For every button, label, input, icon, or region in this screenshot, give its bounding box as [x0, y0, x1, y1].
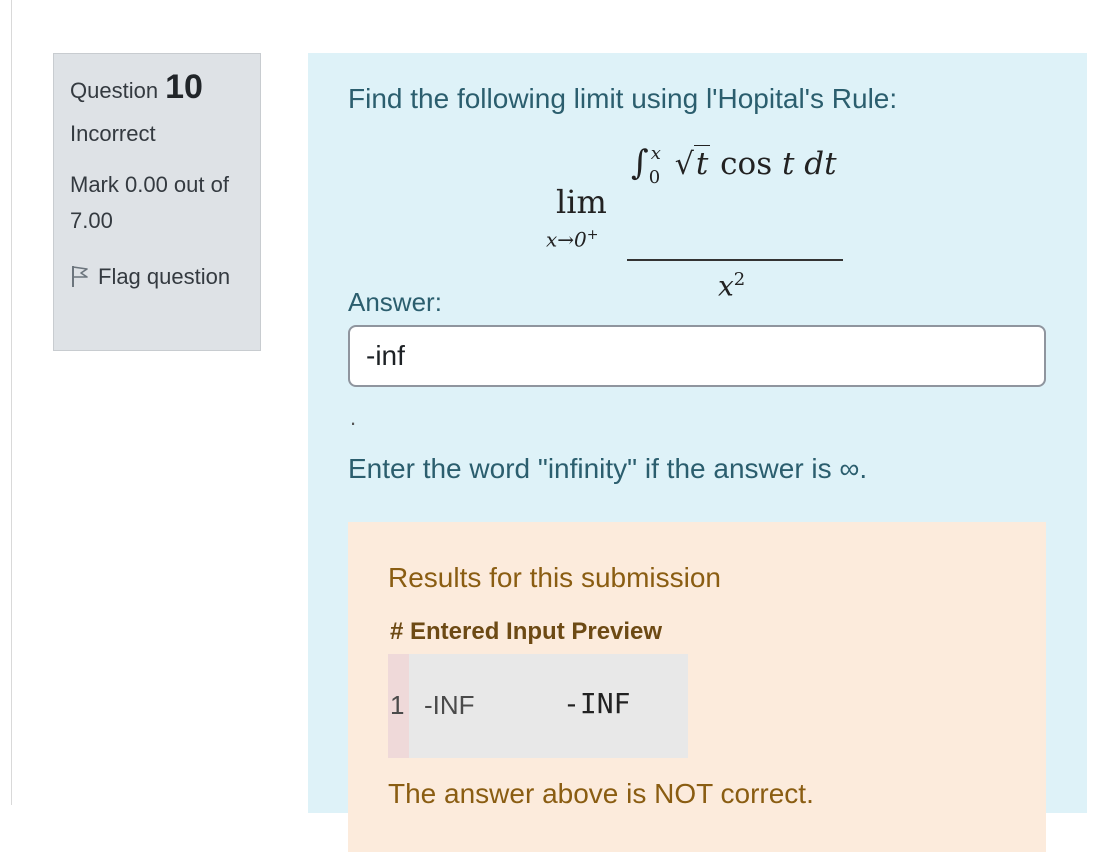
limit-expression: lim x→0+ ∫ x 0 √t cos t dt x2: [538, 141, 868, 302]
flag-question-label[interactable]: Flag question: [98, 264, 230, 289]
feedback-verdict: The answer above is NOT correct.: [388, 778, 814, 809]
preview-value: -INF: [563, 687, 631, 720]
question-prompt: Find the following limit using l'Hopital…: [348, 83, 898, 114]
question-grade: Mark 0.00 out of 7.00: [70, 172, 229, 233]
answer-label: Answer:: [348, 287, 442, 317]
row-number: 1: [390, 690, 405, 720]
question-info-panel: Question 10 Incorrect Mark 0.00 out of 7…: [53, 53, 261, 351]
integral-sign: ∫: [631, 143, 649, 183]
fraction-bar: [627, 259, 843, 261]
integral-upper-limit: x: [650, 143, 661, 164]
feedback-table-header: # Entered Input Preview: [390, 618, 663, 645]
lim-operator: lim: [556, 183, 607, 221]
denominator: x2: [718, 269, 746, 303]
question-content: Find the following limit using l'Hopital…: [308, 53, 1087, 852]
feedback-panel: Results for this submission # Entered In…: [348, 522, 1046, 852]
question-number: 10: [165, 68, 203, 106]
flag-question-link[interactable]: Flag question: [70, 259, 244, 299]
numerator: ∫ x 0 √t cos t dt: [631, 143, 837, 188]
feedback-table-row: 1 -INF -INF: [388, 654, 688, 758]
integral-lower-limit: 0: [648, 167, 661, 188]
lim-subscript: x→0+: [546, 227, 599, 252]
question-label: Question: [70, 78, 159, 103]
separator-dot: .: [350, 405, 357, 430]
page-left-border: [11, 0, 12, 805]
answer-hint: Enter the word "infinity" if the answer …: [348, 453, 868, 484]
integral-limits: x0: [649, 143, 669, 188]
differential: dt: [804, 146, 837, 182]
cos-argument: t: [781, 146, 795, 182]
cos-function: cos: [720, 146, 773, 182]
question-state: Incorrect: [70, 121, 156, 146]
flag-icon: [70, 263, 90, 299]
answer-input[interactable]: [348, 325, 1046, 387]
radicand: t: [693, 145, 711, 182]
entered-value: -INF: [424, 690, 475, 720]
question-number-line: Question 10: [70, 68, 244, 107]
feedback-title: Results for this submission: [388, 562, 722, 593]
square-root: √t: [674, 145, 711, 182]
